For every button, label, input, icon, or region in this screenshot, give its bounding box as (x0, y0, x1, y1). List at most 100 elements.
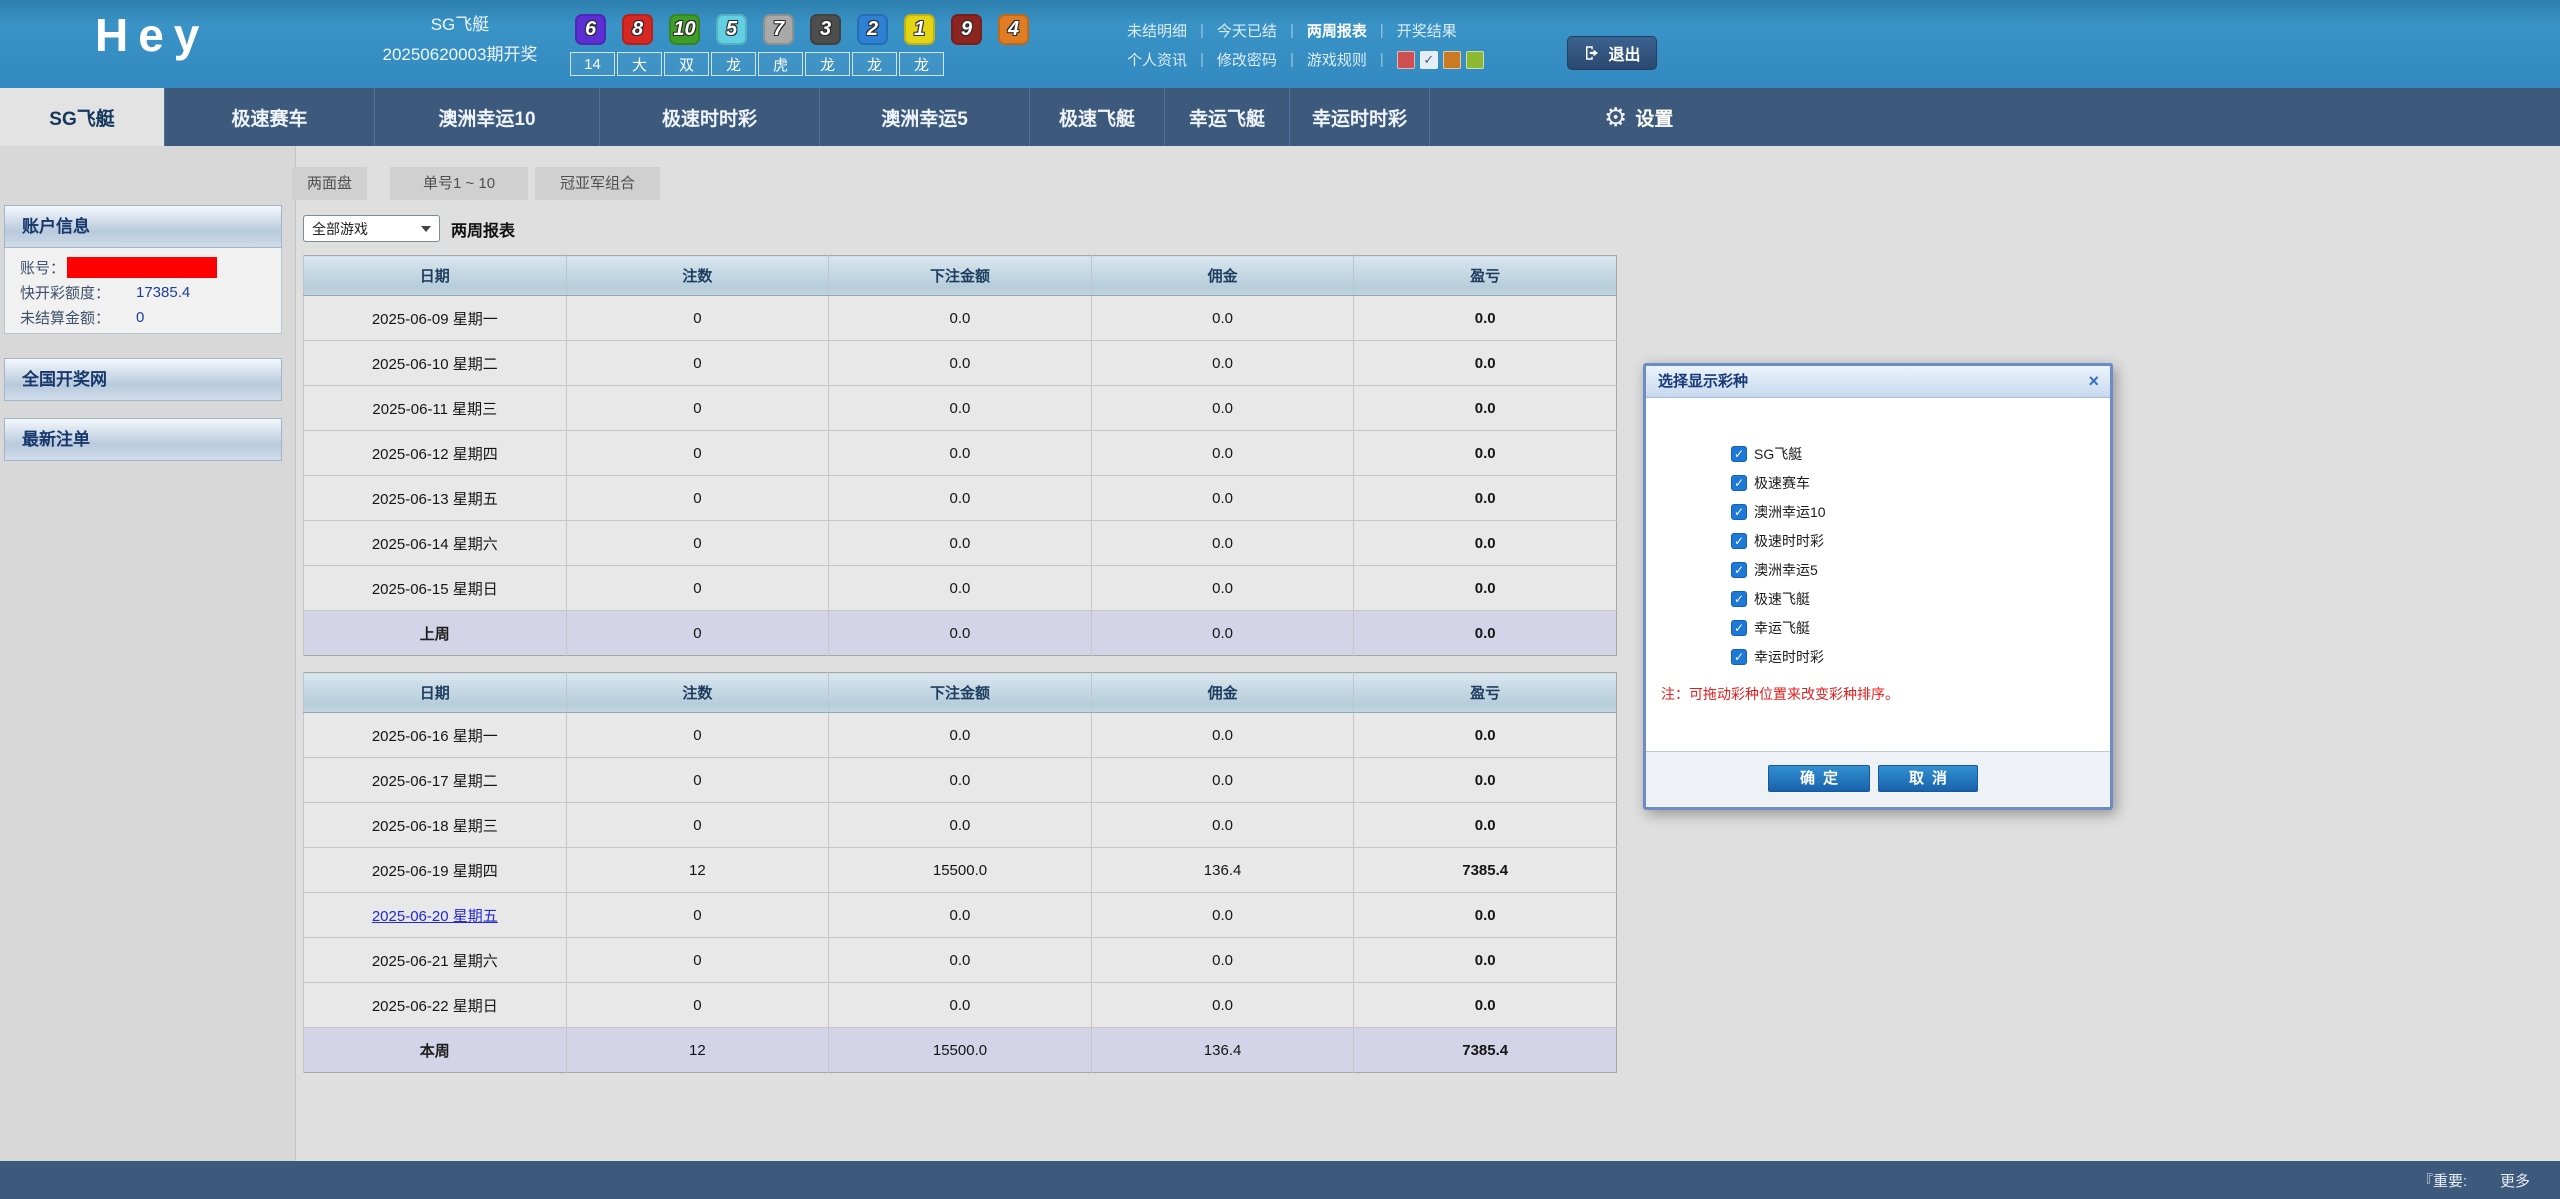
cell-amount: 0.0 (829, 341, 1092, 386)
link-game-rules[interactable]: 游戏规则 (1307, 49, 1367, 70)
option-sg-feiting[interactable]: ✓SG飞艇 (1731, 439, 1826, 468)
tab-xingyun-feiting[interactable]: 幸运飞艇 (1165, 88, 1290, 146)
link-settled-today[interactable]: 今天已结 (1217, 20, 1277, 41)
table-row: 2025-06-10 星期二00.00.00.0 (304, 341, 1617, 386)
checkbox-checked-icon[interactable]: ✓ (1731, 533, 1747, 549)
option-jisu-shishicai[interactable]: ✓极速时时彩 (1731, 526, 1826, 555)
link-draw-results[interactable]: 开奖结果 (1397, 20, 1457, 41)
cell-commission: 0.0 (1091, 341, 1354, 386)
column-header-count: 注数 (566, 256, 829, 296)
tab-jisu-shishicai[interactable]: 极速时时彩 (600, 88, 820, 146)
option-xingyun-shishicai[interactable]: ✓幸运时时彩 (1731, 642, 1826, 671)
cell-commission: 0.0 (1091, 611, 1354, 656)
cell-profit: 0.0 (1354, 476, 1617, 521)
table-row: 2025-06-14 星期六00.00.00.0 (304, 521, 1617, 566)
theme-swatch-green[interactable] (1466, 51, 1484, 69)
header: Hey SG飞艇 20250620003期开奖 6 8 10 5 7 3 2 1… (0, 0, 2560, 88)
separator: | (1290, 22, 1294, 39)
cell-count: 0 (566, 296, 829, 341)
cell-amount: 0.0 (829, 566, 1092, 611)
checkbox-checked-icon[interactable]: ✓ (1731, 475, 1747, 491)
draw-result-balls: 6 8 10 5 7 3 2 1 9 4 (575, 14, 1029, 45)
checkbox-checked-icon[interactable]: ✓ (1731, 504, 1747, 520)
game-select-value: 全部游戏 (312, 219, 368, 239)
link-unsettled-detail[interactable]: 未结明细 (1127, 20, 1187, 41)
column-header-count: 注数 (566, 673, 829, 713)
cell-amount: 0.0 (829, 983, 1092, 1028)
game-name: SG飞艇 (345, 10, 575, 40)
option-jisu-feiting[interactable]: ✓极速飞艇 (1731, 584, 1826, 613)
theme-color-picker: ✓ (1397, 51, 1484, 69)
checkbox-checked-icon[interactable]: ✓ (1731, 649, 1747, 665)
sidebar: 账户信息 账号： 快开彩额度： 17385.4 未结算金额： 0 全国开奖网 最… (0, 146, 296, 1161)
cell-date-link-today[interactable]: 2025-06-20 星期五 (304, 893, 567, 938)
settings-button[interactable]: ⚙ 设置 (1592, 88, 1685, 146)
national-results-panel[interactable]: 全国开奖网 (4, 358, 282, 401)
cell-summary-label: 上周 (304, 611, 567, 656)
link-profile[interactable]: 个人资讯 (1127, 49, 1187, 70)
column-header-date: 日期 (304, 256, 567, 296)
cell-date: 2025-06-13 星期五 (304, 476, 567, 521)
link-two-week-report[interactable]: 两周报表 (1307, 20, 1367, 41)
theme-swatch-orange[interactable] (1443, 51, 1461, 69)
confirm-button[interactable]: 确定 (1768, 765, 1870, 792)
cell-profit: 0.0 (1354, 341, 1617, 386)
cell-profit: 0.0 (1354, 758, 1617, 803)
cell-commission: 0.0 (1091, 983, 1354, 1028)
tab-aozhou-xingyun10[interactable]: 澳洲幸运10 (375, 88, 600, 146)
cell-date: 2025-06-10 星期二 (304, 341, 567, 386)
table-header-row: 日期 注数 下注金额 佣金 盈亏 (304, 673, 1617, 713)
footer-more-link[interactable]: 更多 (2500, 1170, 2530, 1191)
cell-profit: 0.0 (1354, 386, 1617, 431)
cell-amount: 0.0 (829, 521, 1092, 566)
site-logo: Hey (95, 8, 209, 62)
logout-button[interactable]: 退出 (1567, 36, 1657, 70)
option-jisu-saiche[interactable]: ✓极速赛车 (1731, 468, 1826, 497)
indicator-sum: 14 (570, 52, 615, 76)
option-aozhou-xingyun10[interactable]: ✓澳洲幸运10 (1731, 497, 1826, 526)
cell-amount: 0.0 (829, 386, 1092, 431)
cell-date: 2025-06-14 星期六 (304, 521, 567, 566)
subtab-champion-combo[interactable]: 冠亚军组合 (535, 167, 660, 200)
tab-jisu-saiche[interactable]: 极速赛车 (165, 88, 375, 146)
tab-aozhou-xingyun5[interactable]: 澳洲幸运5 (820, 88, 1030, 146)
theme-swatch-red[interactable] (1397, 51, 1415, 69)
option-xingyun-feiting[interactable]: ✓幸运飞艇 (1731, 613, 1826, 642)
game-select[interactable]: 全部游戏 (303, 215, 440, 242)
checkbox-checked-icon[interactable]: ✓ (1731, 591, 1747, 607)
cell-count: 0 (566, 476, 829, 521)
checkbox-checked-icon[interactable]: ✓ (1731, 620, 1747, 636)
theme-swatch-selected[interactable]: ✓ (1420, 51, 1438, 69)
tab-jisu-feiting[interactable]: 极速飞艇 (1030, 88, 1165, 146)
checkbox-checked-icon[interactable]: ✓ (1731, 562, 1747, 578)
latest-bets-panel[interactable]: 最新注单 (4, 418, 282, 461)
cancel-button[interactable]: 取消 (1878, 765, 1978, 792)
account-info-panel-header: 账户信息 (4, 205, 282, 248)
cell-date: 2025-06-12 星期四 (304, 431, 567, 476)
cell-amount: 0.0 (829, 803, 1092, 848)
week2-report-table: 日期 注数 下注金额 佣金 盈亏 2025-06-16 星期一00.00.00.… (303, 672, 1617, 1073)
subtab-single-1-10[interactable]: 单号1 ~ 10 (390, 167, 528, 200)
column-header-commission: 佣金 (1091, 673, 1354, 713)
tab-sg-feiting[interactable]: SG飞艇 (0, 88, 165, 146)
close-icon[interactable]: × (2088, 366, 2099, 397)
link-change-password[interactable]: 修改密码 (1217, 49, 1277, 70)
cell-amount: 15500.0 (829, 848, 1092, 893)
cell-commission: 0.0 (1091, 566, 1354, 611)
tab-xingyun-shishicai[interactable]: 幸运时时彩 (1290, 88, 1430, 146)
modal-title: 选择显示彩种 (1658, 373, 1748, 390)
option-aozhou-xingyun5[interactable]: ✓澳洲幸运5 (1731, 555, 1826, 584)
cell-count: 0 (566, 893, 829, 938)
cell-date: 2025-06-19 星期四 (304, 848, 567, 893)
check-icon: ✓ (1423, 52, 1434, 68)
table-row: 2025-06-12 星期四00.00.00.0 (304, 431, 1617, 476)
separator: | (1200, 22, 1204, 39)
checkbox-checked-icon[interactable]: ✓ (1731, 446, 1747, 462)
gear-icon: ⚙ (1604, 104, 1627, 130)
subtab-two-sided[interactable]: 两面盘 (292, 167, 367, 200)
cell-count: 0 (566, 713, 829, 758)
indicator-dragontiger: 虎 (758, 52, 803, 76)
cell-profit: 0.0 (1354, 611, 1617, 656)
week1-report-table: 日期 注数 下注金额 佣金 盈亏 2025-06-09 星期一00.00.00.… (303, 255, 1617, 656)
result-ball: 5 (716, 14, 747, 45)
